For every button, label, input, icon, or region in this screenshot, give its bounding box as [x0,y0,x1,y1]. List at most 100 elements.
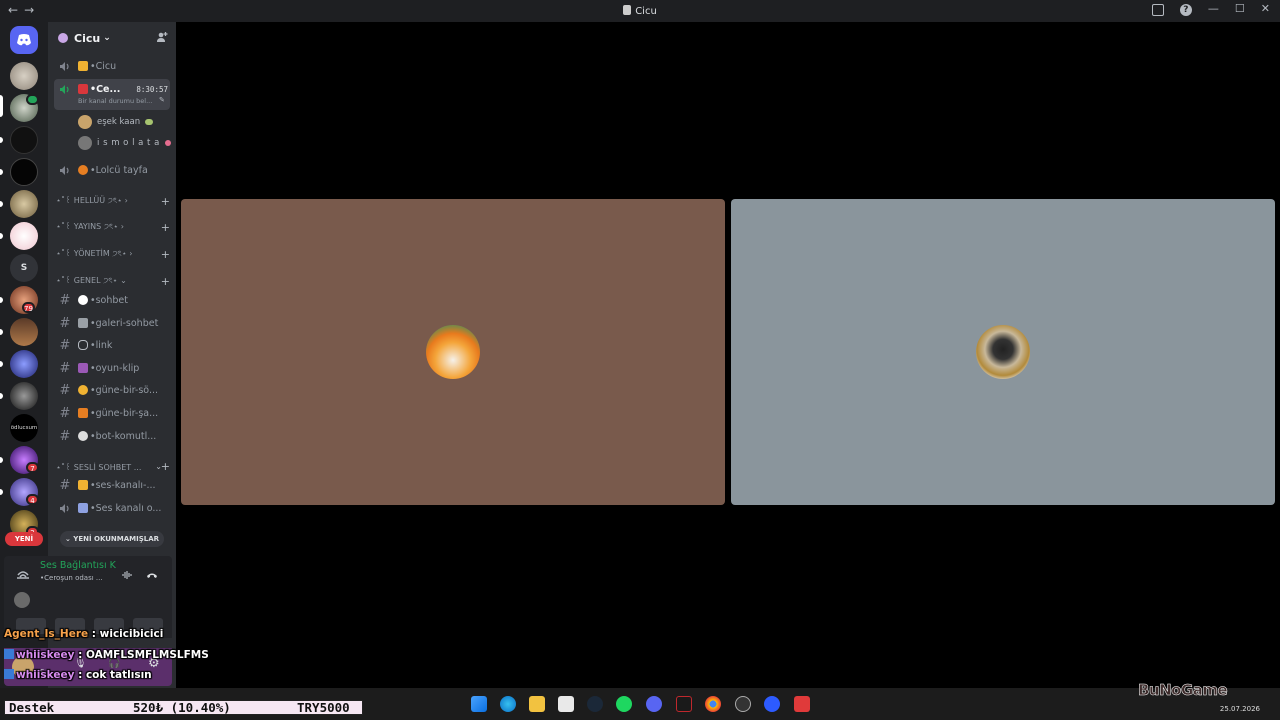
channel-emoji-icon [78,363,88,373]
start-windows-icon[interactable] [471,696,487,712]
window-title: Cicu [0,5,1280,17]
server-icon[interactable] [10,158,38,186]
voice-stage [176,22,1280,688]
server-icon[interactable] [10,190,38,218]
category-genel[interactable]: ⋆˚꒰ GENEL ੭ৎ⋆ ⌄ + [56,273,170,289]
chat-username: whiiskeey [16,669,75,681]
valorant-icon[interactable] [676,696,692,712]
server-header[interactable]: Cicu ⌄ [48,22,176,54]
text-channel[interactable]: # •link [56,335,170,355]
participant-tile[interactable] [181,199,725,505]
store-icon[interactable] [558,696,574,712]
new-mentions-badge[interactable]: YENİ [5,532,43,546]
help-icon[interactable]: ? [1179,4,1192,16]
text-channel[interactable]: # •oyun-klip [56,358,170,378]
server-icon[interactable] [10,382,38,410]
server-icon[interactable] [10,318,38,346]
edit-pencil-icon[interactable]: ✎ [159,96,165,104]
channel-emoji-icon [78,84,88,94]
inbox-icon[interactable] [1151,4,1164,16]
category-helluu[interactable]: ⋆˚꒰ HELLÜÜ ੭ৎ⋆ › + [56,193,170,209]
voice-channel[interactable]: •Ses kanalı o... [56,498,170,518]
channel-label: •bot-komutl... [90,430,157,442]
voice-channel-ce[interactable]: •Ce... 8:30:57 [56,79,170,99]
discord-home-icon[interactable] [10,26,38,54]
window-title-text: Cicu [635,6,657,17]
voice-badge [26,94,39,105]
voice-connected-status[interactable]: Ses Bağlantısı K [40,560,116,571]
channel-label: •galeri-sohbet [90,317,159,329]
invite-people-icon[interactable] [156,31,168,43]
text-channel[interactable]: # •sohbet [56,290,170,310]
text-channel[interactable]: # •bot-komutl... [56,426,170,446]
server-icon[interactable] [10,222,38,250]
server-thumb-icon [623,5,632,15]
voice-self-avatar[interactable] [14,592,30,608]
channel-label: •Lolcü tayfa [90,164,148,176]
server-icon-text[interactable]: ödlucsum [10,414,38,442]
category-label: ⋆˚꒰ GENEL ੭ৎ⋆ ⌄ [56,276,127,285]
ghost-emoji-icon [78,431,88,441]
voice-status-panel: Ses Bağlantısı K •Ceroşun odası ... [4,556,172,638]
server-icon-s[interactable]: S [10,254,38,282]
participant-tile[interactable] [731,199,1275,505]
voice-user[interactable]: i s m o l a t a [78,134,171,152]
title-bar: ←→ Cicu ? — ☐ ✕ [0,0,1280,22]
plus-emoji-icon [78,503,88,513]
donation-goal: TRY5000 [297,700,350,715]
spotify-icon[interactable] [616,696,632,712]
unread-pill [0,457,3,463]
plus-icon[interactable]: + [161,248,170,261]
donation-amount: 520₺ (10.40%) [133,700,231,715]
voice-user-name: i s m o l a t a [97,138,160,148]
channel-emoji-icon [78,295,88,305]
edge-browser-icon[interactable] [500,696,516,712]
close-icon[interactable]: ✕ [1261,2,1270,16]
chrome-icon[interactable] [705,696,721,712]
plus-icon[interactable]: + [161,460,170,473]
speaker-active-icon [56,84,74,95]
category-yayins[interactable]: ⋆˚꒰ YAYINS ੭ৎ⋆ › + [56,219,170,235]
channel-label: •güne-bir-sö... [90,384,158,396]
category-sesli-sohbet[interactable]: ⋆˚꒰ SESLİ SOHBET ... ⌄ + [56,458,170,474]
ea-app-icon[interactable] [764,696,780,712]
link-emoji-icon [78,340,88,350]
hash-icon: # [59,315,71,331]
voice-channel-name[interactable]: •Ceroşun odası ... [40,574,103,582]
server-icon[interactable] [10,126,38,154]
channel-status[interactable]: Bir kanal durumu bel... [78,97,152,105]
hash-icon: # [59,382,71,398]
server-name: Cicu [74,31,101,45]
chat-message: Agent_Is_Here : wicicibicici [4,628,164,640]
text-channel[interactable]: # •güne-bir-şa... [56,403,170,423]
mention-badge: 7 [26,462,39,473]
status-icon [164,140,171,146]
speaker-icon [56,61,74,72]
noise-suppression-icon[interactable] [122,565,132,579]
signal-icon[interactable] [16,564,30,583]
server-icon[interactable] [10,62,38,90]
new-unreads-button[interactable]: ⌄ YENİ OKUNMAMIŞLAR [60,531,164,547]
category-yonetim[interactable]: ⋆˚꒰ YÖNETİM ੭ৎ⋆ › + [56,246,170,262]
plus-icon[interactable]: + [161,275,170,288]
text-channel[interactable]: # •güne-bir-sö... [56,380,170,400]
plus-icon[interactable]: + [161,195,170,208]
disconnect-icon[interactable] [146,565,158,578]
maximize-icon[interactable]: ☐ [1235,2,1245,16]
twitch-icon [4,669,14,679]
voice-user[interactable]: eşek kaan [78,113,154,131]
text-channel[interactable]: # •ses-kanalı-... [56,475,170,495]
discord-taskbar-icon[interactable] [646,696,662,712]
voice-channel-lolcu[interactable]: •Lolcü tayfa [56,160,170,180]
file-explorer-icon[interactable] [529,696,545,712]
watermark-logo: BuNoGame [1138,681,1228,700]
voice-channel-cicu[interactable]: •Cicu [56,56,170,76]
chat-message: whiiskeey : OAMFLSMFLMSLFMS [4,649,209,661]
text-channel[interactable]: # •galeri-sohbet [56,313,170,333]
app-icon[interactable] [735,696,751,712]
minimize-icon[interactable]: — [1208,2,1219,16]
plus-icon[interactable]: + [161,221,170,234]
riot-client-icon[interactable] [794,696,810,712]
steam-icon[interactable] [587,696,603,712]
server-icon[interactable] [10,350,38,378]
